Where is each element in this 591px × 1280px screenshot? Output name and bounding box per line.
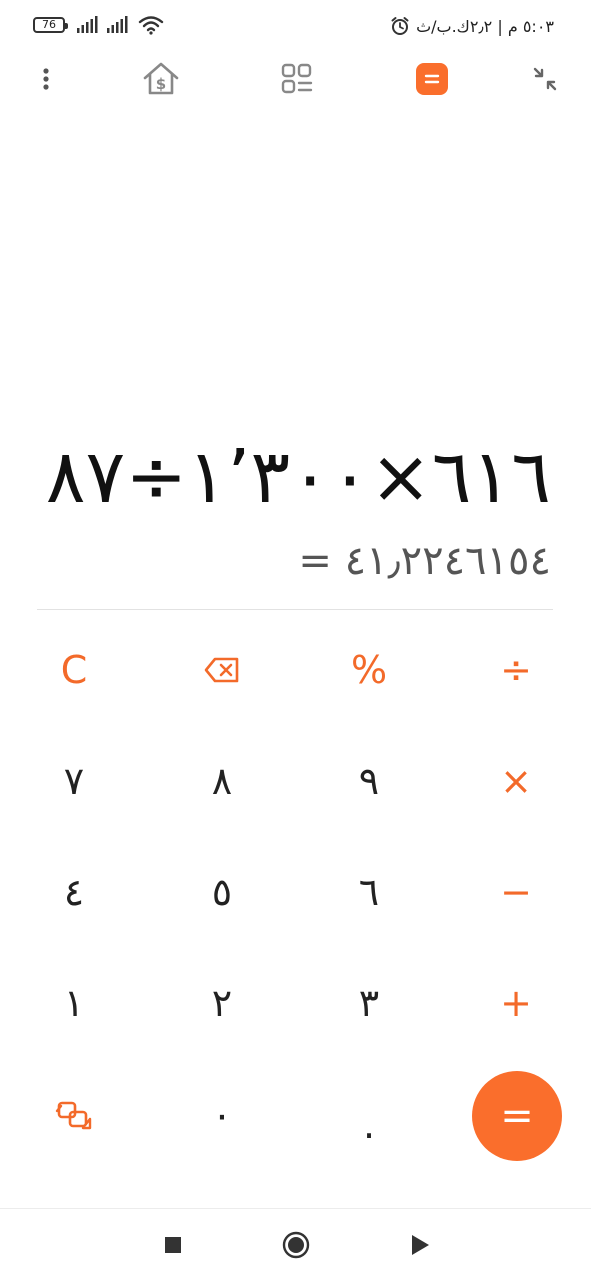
clear-button[interactable]: C — [19, 620, 129, 720]
divide-button[interactable]: ÷ — [461, 620, 571, 720]
calculator-display: ٦١٦×١٬٣٠٠÷٨٧ = ٤١٫٢٢٤٦١٥٤ — [0, 106, 591, 606]
digit-5-button[interactable]: ٥ — [167, 842, 277, 942]
backspace-button[interactable] — [167, 620, 277, 720]
svg-text:$: $ — [156, 75, 166, 93]
play-triangle-icon — [412, 1235, 429, 1255]
decimal-button[interactable]: . — [314, 1075, 424, 1175]
collapse-icon — [533, 67, 557, 91]
result-text: = ٤١٫٢٢٤٦١٥٤ — [298, 538, 551, 584]
plus-button[interactable]: + — [461, 953, 571, 1053]
battery-level: 76 — [42, 18, 56, 31]
display-divider — [37, 609, 553, 610]
status-right: ٥:٠٣ م | ٢٫٢ك.ب/ث — [390, 14, 554, 38]
grid-list-icon — [281, 63, 313, 94]
keypad: C % ÷ ٧ ٨ ٩ × ٤ ٥ ٦ − ١ ٢ ٣ + ٠ . = — [0, 615, 591, 1170]
more-vert-icon — [43, 68, 49, 90]
multiply-button[interactable]: × — [461, 731, 571, 831]
alarm-icon — [391, 17, 409, 35]
toolbar: $ — [0, 52, 591, 106]
home-circle-icon — [282, 1231, 310, 1259]
minus-button[interactable]: − — [461, 842, 571, 942]
currency-converter-icon: $ — [143, 62, 179, 95]
more-options-button[interactable] — [22, 52, 70, 106]
swap-icon — [55, 1101, 92, 1130]
percent-button[interactable]: % — [314, 620, 424, 720]
collapse-button[interactable] — [521, 52, 569, 106]
digit-3-button[interactable]: ٣ — [314, 953, 424, 1053]
digit-6-button[interactable]: ٦ — [314, 842, 424, 942]
wifi-icon — [138, 16, 164, 35]
status-bar: 76 ٥:٠٣ م | ٢٫٢ك.ب/ث — [0, 0, 591, 52]
digit-9-button[interactable]: ٩ — [314, 731, 424, 831]
square-icon — [165, 1237, 181, 1253]
digit-0-button[interactable]: ٠ — [167, 1065, 277, 1165]
currency-converter-button[interactable]: $ — [137, 52, 185, 106]
equals-button[interactable]: = — [472, 1071, 562, 1161]
navigation-bar — [0, 1208, 591, 1280]
swap-mode-button[interactable] — [19, 1065, 129, 1165]
home-button[interactable] — [274, 1223, 318, 1267]
digit-7-button[interactable]: ٧ — [19, 731, 129, 831]
signal-1-icon — [77, 16, 98, 33]
signal-2-icon — [107, 16, 128, 33]
digit-2-button[interactable]: ٢ — [167, 953, 277, 1053]
battery-indicator: 76 — [33, 17, 68, 33]
digit-8-button[interactable]: ٨ — [167, 731, 277, 831]
digit-1-button[interactable]: ١ — [19, 953, 129, 1053]
backspace-icon — [204, 657, 239, 683]
back-button[interactable] — [398, 1223, 442, 1267]
calculator-icon — [416, 63, 448, 95]
digit-4-button[interactable]: ٤ — [19, 842, 129, 942]
status-text: ٥:٠٣ م | ٢٫٢ك.ب/ث — [416, 16, 554, 36]
recent-apps-button[interactable] — [151, 1223, 195, 1267]
expression-text: ٦١٦×١٬٣٠٠÷٨٧ — [45, 434, 551, 520]
converter-button[interactable] — [273, 52, 321, 106]
calculator-mode-button[interactable] — [408, 52, 456, 106]
